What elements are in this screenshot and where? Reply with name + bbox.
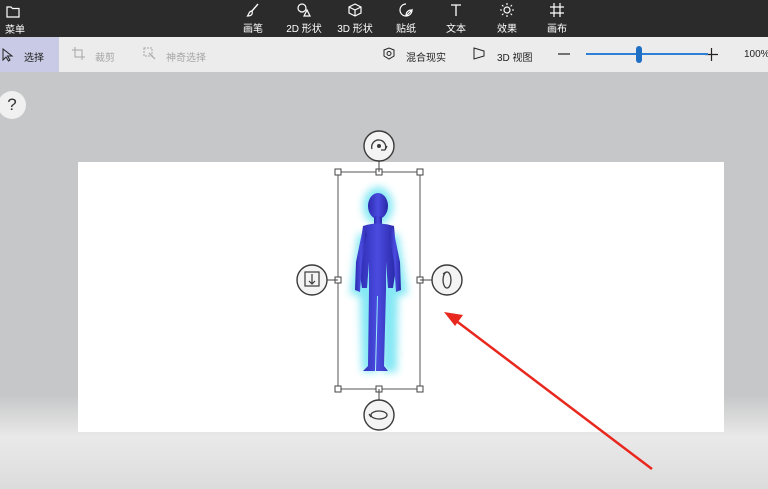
resize-handle [416,385,424,393]
resize-handle [416,168,424,176]
resize-handle [334,385,342,393]
rotate-y-handle[interactable] [363,399,395,431]
annotation-arrow [444,312,653,470]
canvas-overlay [296,130,653,470]
rotate-x-handle[interactable] [431,264,463,296]
resize-handle [334,168,342,176]
3d-human-figure[interactable] [350,187,408,372]
depth-move-handle[interactable] [296,264,328,296]
rotate-z-handle[interactable] [363,130,395,162]
